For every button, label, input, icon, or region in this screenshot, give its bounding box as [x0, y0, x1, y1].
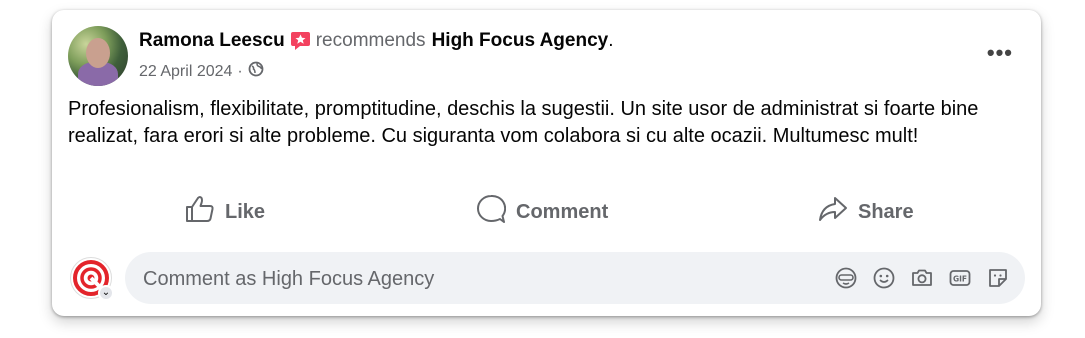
commenter-avatar[interactable]: ⌄	[70, 257, 114, 301]
speech-bubble-icon	[476, 194, 516, 230]
emoji-icon[interactable]	[871, 266, 897, 290]
avatar-sticker-icon[interactable]	[833, 266, 859, 290]
like-button[interactable]: Like	[185, 196, 265, 228]
avatar-face	[86, 38, 110, 68]
review-post-card: Ramona Leescu recommends High Focus Agen…	[52, 10, 1041, 316]
header-period: .	[608, 30, 614, 51]
sticker-icon[interactable]	[985, 266, 1011, 290]
author-avatar[interactable]	[68, 26, 128, 86]
share-label: Share	[858, 200, 914, 223]
post-meta: 22 April 2024 ·	[139, 61, 264, 82]
post-body-text: Profesionalism, flexibilitate, promptitu…	[68, 98, 979, 147]
post-header: Ramona Leescu recommends High Focus Agen…	[139, 30, 614, 52]
post-date[interactable]: 22 April 2024	[139, 63, 232, 81]
comment-input-box[interactable]: GIF	[125, 252, 1025, 306]
recommended-page-link[interactable]: High Focus Agency	[432, 30, 609, 52]
gif-icon[interactable]: GIF	[947, 266, 973, 290]
globe-icon[interactable]	[248, 61, 264, 82]
comment-label: Comment	[516, 200, 609, 223]
chevron-down-icon[interactable]: ⌄	[98, 285, 114, 301]
share-arrow-icon	[818, 195, 858, 229]
comment-composer: ⌄ Comment as High Focus Agency GIF	[52, 252, 1041, 306]
share-button[interactable]: Share	[818, 196, 914, 228]
post-actions-bar: Like Comment Share	[52, 194, 1041, 230]
like-label: Like	[225, 200, 266, 223]
more-options-button[interactable]: •••	[987, 40, 1013, 66]
comment-tools: GIF	[833, 266, 1011, 290]
svg-text:GIF: GIF	[953, 275, 967, 284]
comment-button[interactable]: Comment	[476, 194, 609, 230]
camera-icon[interactable]	[909, 266, 935, 290]
thumbs-up-icon	[185, 195, 225, 229]
recommends-label: recommends	[315, 30, 426, 51]
meta-separator: ·	[237, 62, 243, 80]
author-name[interactable]: Ramona Leescu	[139, 30, 285, 52]
recommend-icon	[290, 31, 311, 51]
comment-input[interactable]	[141, 252, 745, 306]
